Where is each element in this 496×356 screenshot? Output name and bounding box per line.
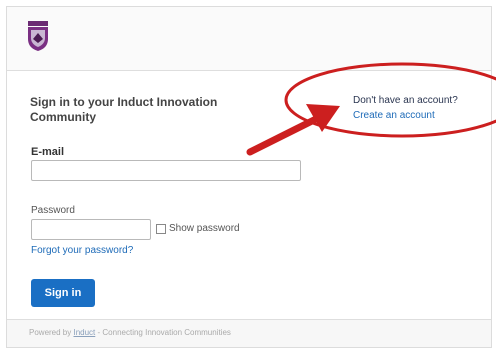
crest-logo-icon (28, 21, 48, 51)
no-account-text: Don't have an account? (353, 95, 458, 106)
footer-bar: Powered by Induct - Connecting Innovatio… (7, 319, 491, 347)
login-page: Sign in to your Induct Innovation Commun… (6, 6, 492, 348)
password-label: Password (31, 205, 75, 216)
password-field[interactable] (31, 219, 151, 240)
footer-suffix: - Connecting Innovation Communities (97, 328, 231, 337)
footer-text: Powered by Induct - Connecting Innovatio… (29, 328, 231, 337)
create-account-link[interactable]: Create an account (353, 108, 458, 123)
show-password-checkbox[interactable] (156, 223, 166, 234)
footer-induct-link[interactable]: Induct (73, 328, 95, 337)
account-prompt: Don't have an account? Create an account (353, 93, 458, 123)
sign-in-button[interactable]: Sign in (31, 279, 95, 307)
show-password-toggle[interactable]: Show password (156, 223, 240, 234)
forgot-password-link[interactable]: Forgot your password? (31, 245, 133, 256)
page-title: Sign in to your Induct Innovation Commun… (30, 95, 218, 124)
email-field[interactable] (31, 160, 301, 181)
email-label: E-mail (31, 146, 65, 158)
show-password-label: Show password (169, 223, 240, 234)
footer-prefix: Powered by (29, 328, 72, 337)
header-bar (7, 7, 491, 71)
